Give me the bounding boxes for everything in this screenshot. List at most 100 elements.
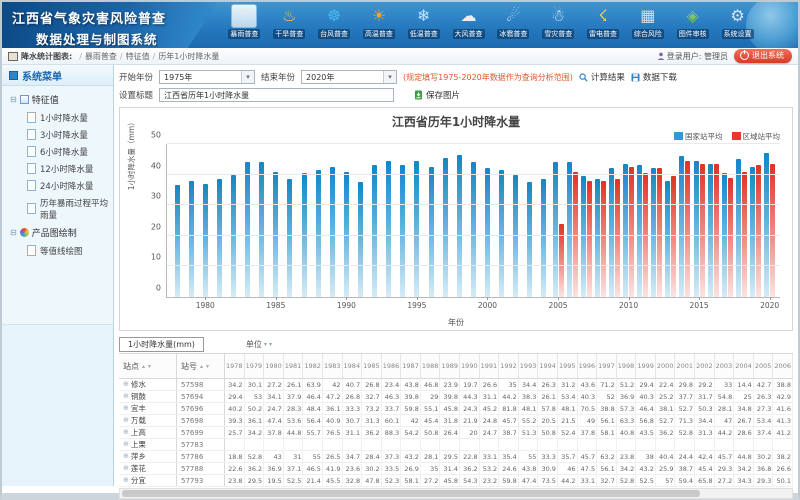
bar-national-2011[interactable]: [637, 165, 642, 297]
year-header-cell[interactable]: 1985: [362, 354, 382, 378]
breadcrumb-item[interactable]: 特征值: [126, 52, 150, 61]
sidebar-group-特征值[interactable]: ⊟特征值: [2, 90, 113, 109]
chart-title-input[interactable]: [159, 88, 394, 102]
toolbar-item-系统设置[interactable]: ⚙系统设置: [715, 4, 760, 48]
expand-icon[interactable]: ⊕: [123, 441, 129, 448]
year-header-cell[interactable]: 1984: [343, 354, 363, 378]
bar-regional-2020[interactable]: [770, 164, 775, 297]
year-header-cell[interactable]: 1992: [499, 354, 519, 378]
bar-national-2000[interactable]: [485, 168, 490, 297]
collapse-icon[interactable]: ⊟: [10, 229, 17, 237]
toolbar-item-冰雹普查[interactable]: ☄冰雹普查: [491, 4, 536, 48]
year-header-cell[interactable]: 1988: [421, 354, 441, 378]
bar-regional-2008[interactable]: [601, 181, 606, 297]
year-header-cell[interactable]: 2004: [734, 354, 754, 378]
year-header-cell[interactable]: 2005: [754, 354, 774, 378]
bar-national-1998[interactable]: [457, 155, 462, 297]
expand-icon[interactable]: ⊕: [123, 453, 129, 460]
year-header-cell[interactable]: 1991: [480, 354, 500, 378]
station-name-cell[interactable]: ⊕宜丰: [119, 403, 177, 414]
bar-national-2016[interactable]: [708, 164, 713, 297]
unit-dropdown[interactable]: 单位 ▾ ▾: [246, 339, 272, 350]
year-header-cell[interactable]: 1986: [382, 354, 402, 378]
station-name-cell[interactable]: ⊕莲花: [119, 463, 177, 474]
bar-national-1991[interactable]: [358, 182, 363, 297]
bar-national-2009[interactable]: [609, 168, 614, 297]
download-button[interactable]: 数据下载: [631, 71, 677, 83]
toolbar-item-暴雨普查[interactable]: ☂暴雨普查: [222, 4, 267, 48]
bar-national-1994[interactable]: [400, 165, 405, 297]
bar-national-1993[interactable]: [386, 161, 391, 297]
expand-icon[interactable]: ⊕: [123, 477, 129, 484]
scrollbar-thumb[interactable]: [122, 490, 700, 497]
year-header-cell[interactable]: 2003: [715, 354, 735, 378]
calculate-button[interactable]: 计算结果: [579, 71, 625, 83]
bar-regional-2017[interactable]: [728, 178, 733, 297]
year-header-cell[interactable]: 1983: [323, 354, 343, 378]
bar-national-1997[interactable]: [443, 158, 448, 297]
bar-national-1988[interactable]: [316, 170, 321, 297]
year-header-cell[interactable]: 1982: [303, 354, 323, 378]
bar-national-1984[interactable]: [259, 162, 264, 297]
sidebar-item-6小时降水量[interactable]: 6小时降水量: [2, 143, 113, 160]
bar-regional-2007[interactable]: [587, 181, 592, 297]
bar-regional-2016[interactable]: [714, 164, 719, 297]
toolbar-item-台风普查[interactable]: ☸台风普查: [312, 4, 357, 48]
bar-national-1978[interactable]: [175, 185, 180, 297]
sidebar-item-24小时降水量[interactable]: 24小时降水量: [2, 177, 113, 194]
breadcrumb-item[interactable]: 暴雨普查: [85, 52, 117, 61]
year-header-cell[interactable]: 1978: [225, 354, 245, 378]
year-header-cell[interactable]: 1998: [617, 354, 637, 378]
bar-national-1979[interactable]: [189, 181, 194, 297]
toolbar-item-雷电普查[interactable]: ☇雷电普查: [581, 4, 626, 48]
station-name-cell[interactable]: ⊕修水: [119, 379, 177, 390]
toolbar-item-综合风险[interactable]: ▦综合风险: [625, 4, 670, 48]
bar-regional-2019[interactable]: [756, 165, 761, 297]
bar-national-2003[interactable]: [527, 182, 532, 297]
bar-national-2001[interactable]: [499, 170, 504, 297]
toolbar-item-雪灾普查[interactable]: ☃雪灾普查: [536, 4, 581, 48]
year-header-cell[interactable]: 2000: [656, 354, 676, 378]
year-header-cell[interactable]: 2002: [695, 354, 715, 378]
station-name-cell[interactable]: ⊕铜鼓: [119, 391, 177, 402]
measure-button[interactable]: 1小时降水量(mm): [119, 337, 204, 352]
station-column-header[interactable]: 站点 ▴▾: [119, 354, 177, 378]
bar-regional-2010[interactable]: [629, 167, 634, 297]
bar-national-2018[interactable]: [736, 159, 741, 297]
bar-national-1992[interactable]: [372, 165, 377, 297]
station-name-cell[interactable]: ⊕萍乡: [119, 451, 177, 462]
bar-national-2014[interactable]: [679, 156, 684, 297]
bar-national-1981[interactable]: [217, 179, 222, 297]
toolbar-item-低温普查[interactable]: ❄低温普查: [401, 4, 446, 48]
station-name-cell[interactable]: ⊕上栗: [119, 439, 177, 450]
bar-regional-2012[interactable]: [657, 168, 662, 297]
bar-national-2005[interactable]: [553, 162, 558, 297]
year-header-cell[interactable]: 1995: [558, 354, 578, 378]
bar-national-2010[interactable]: [623, 164, 628, 297]
bar-national-2004[interactable]: [541, 179, 546, 297]
sidebar-item-1小时降水量[interactable]: 1小时降水量: [2, 109, 113, 126]
year-header-cell[interactable]: 1994: [538, 354, 558, 378]
logout-button[interactable]: 退出系统: [734, 49, 792, 63]
year-header-cell[interactable]: 1990: [460, 354, 480, 378]
year-header-cell[interactable]: 1981: [284, 354, 304, 378]
expand-icon[interactable]: ⊕: [123, 393, 129, 400]
bar-national-1980[interactable]: [203, 184, 208, 297]
expand-icon[interactable]: ⊕: [123, 465, 129, 472]
year-header-cell[interactable]: 1997: [597, 354, 617, 378]
bar-national-2015[interactable]: [694, 161, 699, 297]
bar-national-2008[interactable]: [595, 179, 600, 297]
bar-national-1983[interactable]: [245, 162, 250, 297]
station-name-cell[interactable]: ⊕上高: [119, 427, 177, 438]
bar-national-1999[interactable]: [471, 162, 476, 297]
sidebar-item-等值线绘图[interactable]: 等值线绘图: [2, 242, 113, 259]
year-header-cell[interactable]: 1979: [245, 354, 265, 378]
sidebar-group-产品图绘制[interactable]: ⊟产品图绘制: [2, 223, 113, 242]
expand-icon[interactable]: ⊕: [123, 429, 129, 436]
bar-national-2020[interactable]: [764, 153, 769, 297]
toolbar-item-大风普查[interactable]: ☁大风普查: [446, 4, 491, 48]
bar-national-2006[interactable]: [567, 162, 572, 297]
year-header-cell[interactable]: 2006: [773, 354, 793, 378]
year-header-cell[interactable]: 1989: [440, 354, 460, 378]
expand-icon[interactable]: ⊕: [123, 381, 129, 388]
